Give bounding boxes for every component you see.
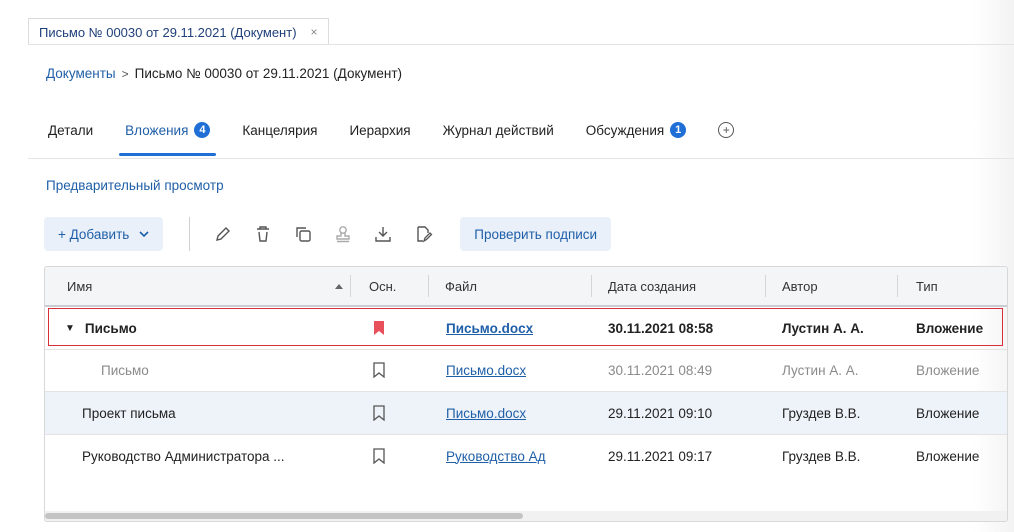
tab-discussions[interactable]: Обсуждения 1 — [585, 118, 687, 142]
column-header-date[interactable]: Дата создания — [608, 267, 696, 305]
row-name: Письмо — [101, 362, 149, 378]
row-date: 30.11.2021 08:49 — [608, 362, 713, 378]
row-date: 30.11.2021 08:58 — [608, 320, 714, 336]
column-divider[interactable] — [350, 275, 351, 297]
column-header-name[interactable]: Имя — [67, 267, 92, 305]
column-header-author[interactable]: Автор — [782, 267, 818, 305]
download-icon[interactable] — [372, 223, 394, 245]
add-tab-button[interactable]: + — [718, 118, 735, 142]
file-link-label[interactable]: Письмо.docx — [446, 406, 526, 421]
expand-arrow-icon[interactable]: ▼ — [65, 323, 75, 334]
tab-label: Иерархия — [349, 122, 411, 138]
bookmark-filled-icon[interactable] — [372, 307, 386, 349]
attachments-table: Имя Осн. Файл Дата создания Автор Тип ▼ П… — [44, 266, 1008, 522]
row-author: Груздев В.В. — [782, 405, 861, 421]
breadcrumb-root-link[interactable]: Документы — [46, 66, 116, 81]
row-type: Вложение — [916, 320, 984, 336]
scrollbar-thumb[interactable] — [45, 513, 523, 519]
toolbar: + Добавить Проверить подписи — [44, 216, 612, 252]
column-header-main[interactable]: Осн. — [369, 267, 396, 305]
expand-cell[interactable]: ▼ Письмо — [65, 307, 137, 349]
file-link-label[interactable]: Руководство Ад — [446, 449, 546, 464]
file-link[interactable]: Письмо.docx — [446, 392, 526, 434]
row-type: Вложение — [916, 448, 980, 464]
breadcrumb: Документы > Письмо № 00030 от 29.11.2021… — [46, 66, 402, 81]
row-author: Груздев В.В. — [782, 448, 861, 464]
document-tabs: Детали Вложения 4 Канцелярия Иерархия Жур… — [48, 118, 766, 156]
edit-icon[interactable] — [212, 223, 234, 245]
stamp-icon[interactable] — [332, 223, 354, 245]
tab-action-log[interactable]: Журнал действий — [443, 118, 554, 142]
column-header-label: Файл — [445, 278, 477, 294]
row-date: 29.11.2021 09:10 — [608, 405, 713, 421]
document-tab[interactable]: Письмо № 00030 от 29.11.2021 (Документ) … — [28, 18, 329, 45]
column-header-label: Осн. — [369, 278, 397, 294]
row-author: Лустин А. А. — [782, 362, 859, 378]
column-header-label: Имя — [67, 278, 93, 294]
bookmark-outline-icon[interactable] — [372, 392, 386, 434]
sign-file-icon[interactable] — [412, 223, 434, 245]
tab-office[interactable]: Канцелярия — [242, 118, 317, 142]
bookmark-outline-icon[interactable] — [372, 349, 386, 391]
bookmark-outline-icon[interactable] — [372, 435, 386, 477]
file-link-label[interactable]: Письмо.docx — [446, 321, 533, 336]
column-header-label: Тип — [916, 278, 938, 294]
chevron-down-icon — [139, 230, 149, 237]
tab-label: Вложения — [125, 122, 189, 138]
row-type: Вложение — [916, 405, 980, 421]
file-link[interactable]: Руководство Ад — [446, 435, 546, 477]
sort-ascending-icon[interactable] — [334, 283, 344, 290]
column-divider[interactable] — [591, 275, 592, 297]
horizontal-scrollbar[interactable] — [45, 511, 1007, 521]
column-divider[interactable] — [765, 275, 766, 297]
tabs-divider — [28, 158, 1014, 159]
column-header-label: Автор — [782, 278, 818, 294]
column-divider[interactable] — [897, 275, 898, 297]
file-link[interactable]: Письмо.docx — [446, 349, 526, 391]
tab-details[interactable]: Детали — [48, 118, 93, 142]
table-header: Имя Осн. Файл Дата создания Автор Тип — [45, 267, 1007, 307]
column-header-type[interactable]: Тип — [916, 267, 938, 305]
table-row[interactable]: Проект письма Письмо.docx 29.11.2021 09:… — [45, 392, 1007, 435]
add-button-label: + Добавить — [58, 226, 130, 242]
column-header-file[interactable]: Файл — [445, 267, 477, 305]
file-link-label[interactable]: Письмо.docx — [446, 363, 526, 378]
row-name: Руководство Администратора ... — [82, 448, 285, 464]
column-divider[interactable] — [428, 275, 429, 297]
delete-icon[interactable] — [252, 223, 274, 245]
table-row[interactable]: ▼ Письмо Письмо.docx 30.11.2021 08:58 Лус… — [45, 307, 1007, 350]
plus-circle-icon: + — [718, 122, 735, 138]
count-badge: 4 — [194, 122, 211, 138]
row-type: Вложение — [916, 362, 980, 378]
add-button[interactable]: + Добавить — [44, 217, 164, 251]
row-author: Лустин А. А. — [782, 320, 864, 336]
close-icon[interactable]: × — [311, 25, 318, 39]
row-date: 29.11.2021 09:17 — [608, 448, 713, 464]
table-row[interactable]: Руководство Администратора ... Руководст… — [45, 435, 1007, 477]
row-name: Проект письма — [82, 405, 176, 421]
document-tab-title[interactable]: Письмо № 00030 от 29.11.2021 (Документ) — [39, 25, 297, 40]
tab-attachments[interactable]: Вложения 4 — [119, 118, 217, 156]
tab-label: Канцелярия — [242, 122, 318, 138]
breadcrumb-current: Письмо № 00030 от 29.11.2021 (Документ) — [134, 66, 403, 81]
toolbar-divider — [189, 217, 191, 251]
row-name: Письмо — [84, 320, 137, 336]
tab-label: Журнал действий — [442, 122, 554, 138]
tab-hierarchy[interactable]: Иерархия — [349, 118, 410, 142]
tab-label: Обсуждения — [585, 122, 665, 138]
table-row[interactable]: Письмо Письмо.docx 30.11.2021 08:49 Луст… — [45, 349, 1007, 392]
file-link[interactable]: Письмо.docx — [446, 307, 533, 349]
preview-link[interactable]: Предварительный просмотр — [46, 178, 224, 193]
column-header-label: Дата создания — [608, 278, 697, 294]
count-badge: 1 — [670, 122, 687, 138]
tab-label: Детали — [48, 122, 94, 138]
check-signatures-button[interactable]: Проверить подписи — [460, 217, 612, 251]
copy-icon[interactable] — [292, 223, 314, 245]
chevron-right-icon: > — [121, 66, 129, 81]
tab-strip-divider — [28, 44, 1014, 45]
